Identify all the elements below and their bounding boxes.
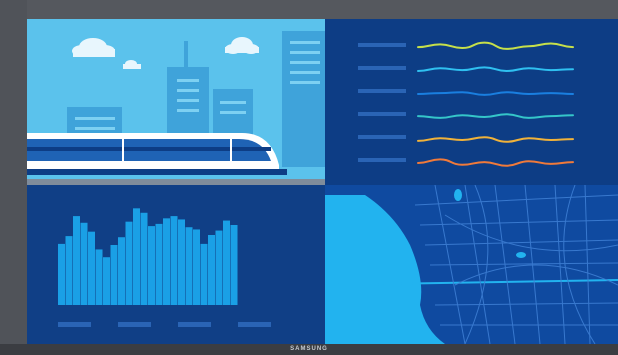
city-train-panel — [27, 19, 325, 185]
bar — [170, 216, 178, 305]
line-series-2 — [417, 66, 574, 73]
line-chart — [358, 41, 574, 167]
bar — [95, 249, 103, 305]
line-chart-panel — [325, 19, 618, 185]
line-series-6 — [417, 158, 574, 167]
display-screen — [27, 19, 618, 344]
bar — [155, 223, 163, 305]
bar — [88, 231, 95, 305]
bar-axis-label-placeholder — [238, 322, 271, 327]
bar-axis-label-placeholder — [58, 322, 91, 327]
bar-axis-label-placeholder — [178, 322, 211, 327]
bar — [163, 218, 170, 305]
bar — [80, 222, 88, 305]
line-series-3 — [417, 91, 574, 96]
bar — [208, 235, 215, 305]
bar — [65, 236, 73, 305]
line-series-4 — [417, 113, 574, 119]
bar — [118, 237, 125, 305]
monitor-bezel-left — [0, 0, 27, 355]
line-label-placeholder — [358, 158, 406, 162]
bar — [193, 229, 200, 305]
line-label-placeholder — [358, 112, 406, 116]
line-series-5 — [417, 136, 574, 143]
brand-label: SAMSUNG — [290, 346, 328, 352]
line-label-placeholder — [358, 66, 406, 70]
monitor-bezel-top — [0, 0, 618, 19]
bar — [185, 227, 193, 305]
bar — [215, 230, 223, 305]
bar-chart — [58, 208, 271, 327]
line-label-placeholder — [358, 89, 406, 93]
bar — [200, 243, 208, 305]
city-illustration — [27, 19, 325, 185]
map-panel — [325, 185, 618, 344]
city-map — [325, 185, 618, 344]
bar — [103, 257, 110, 305]
bar — [58, 243, 65, 305]
bar-chart-panel — [27, 185, 325, 344]
monitor-frame: SAMSUNG — [0, 0, 618, 355]
line-label-placeholder — [358, 43, 406, 47]
line-series-1 — [417, 41, 574, 50]
bar — [148, 226, 155, 305]
train-illustration — [27, 133, 287, 175]
bar — [110, 245, 118, 305]
bar — [73, 216, 80, 305]
line-label-placeholder — [358, 135, 406, 139]
bar — [178, 219, 185, 305]
bar — [140, 212, 148, 305]
bar — [230, 225, 238, 305]
bar — [125, 221, 133, 305]
bar — [133, 208, 140, 305]
bar-axis-label-placeholder — [118, 322, 151, 327]
bar — [223, 220, 230, 305]
